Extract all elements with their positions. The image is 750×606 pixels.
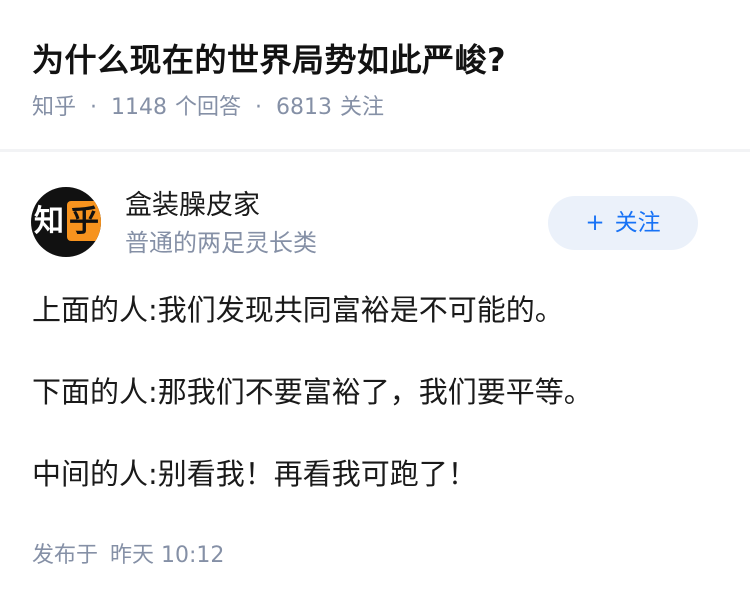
answers-count: 1148 (111, 95, 168, 120)
published-label: 发布于 (32, 543, 99, 568)
answer-line: 中间的人:别看我！再看我可跑了！ (32, 457, 477, 491)
meta-separator: · (90, 95, 98, 120)
answer-line: 下面的人:那我们不要富裕了，我们要平等。 (32, 375, 593, 409)
meta-separator: · (255, 95, 263, 120)
followers-label: 关注 (340, 95, 385, 120)
plus-icon: + (585, 210, 605, 236)
section-divider (0, 149, 750, 152)
source-label[interactable]: 知乎 (32, 92, 76, 124)
answers-label: 个回答 (175, 95, 242, 120)
answer-line: 上面的人:我们发现共同富裕是不可能的。 (32, 293, 564, 327)
author-name[interactable]: 盒装臊皮家 (125, 188, 260, 224)
avatar-char-zhi: 知 (34, 204, 64, 239)
published-time: 昨天 10:12 (110, 543, 225, 568)
follow-label: 关注 (614, 210, 661, 236)
avatar[interactable]: 知 乎 (31, 187, 101, 257)
publish-time: 发布于 昨天 10:12 (32, 540, 224, 572)
follow-button[interactable]: + 关注 (548, 196, 698, 250)
avatar-char-hu: 乎 (69, 204, 99, 239)
question-title[interactable]: 为什么现在的世界局势如此严峻? (32, 38, 506, 82)
question-meta: 知乎 · 1148 个回答 · 6813 关注 (32, 92, 384, 124)
author-bio: 普通的两足灵长类 (125, 229, 317, 257)
followers-count: 6813 (276, 95, 333, 120)
